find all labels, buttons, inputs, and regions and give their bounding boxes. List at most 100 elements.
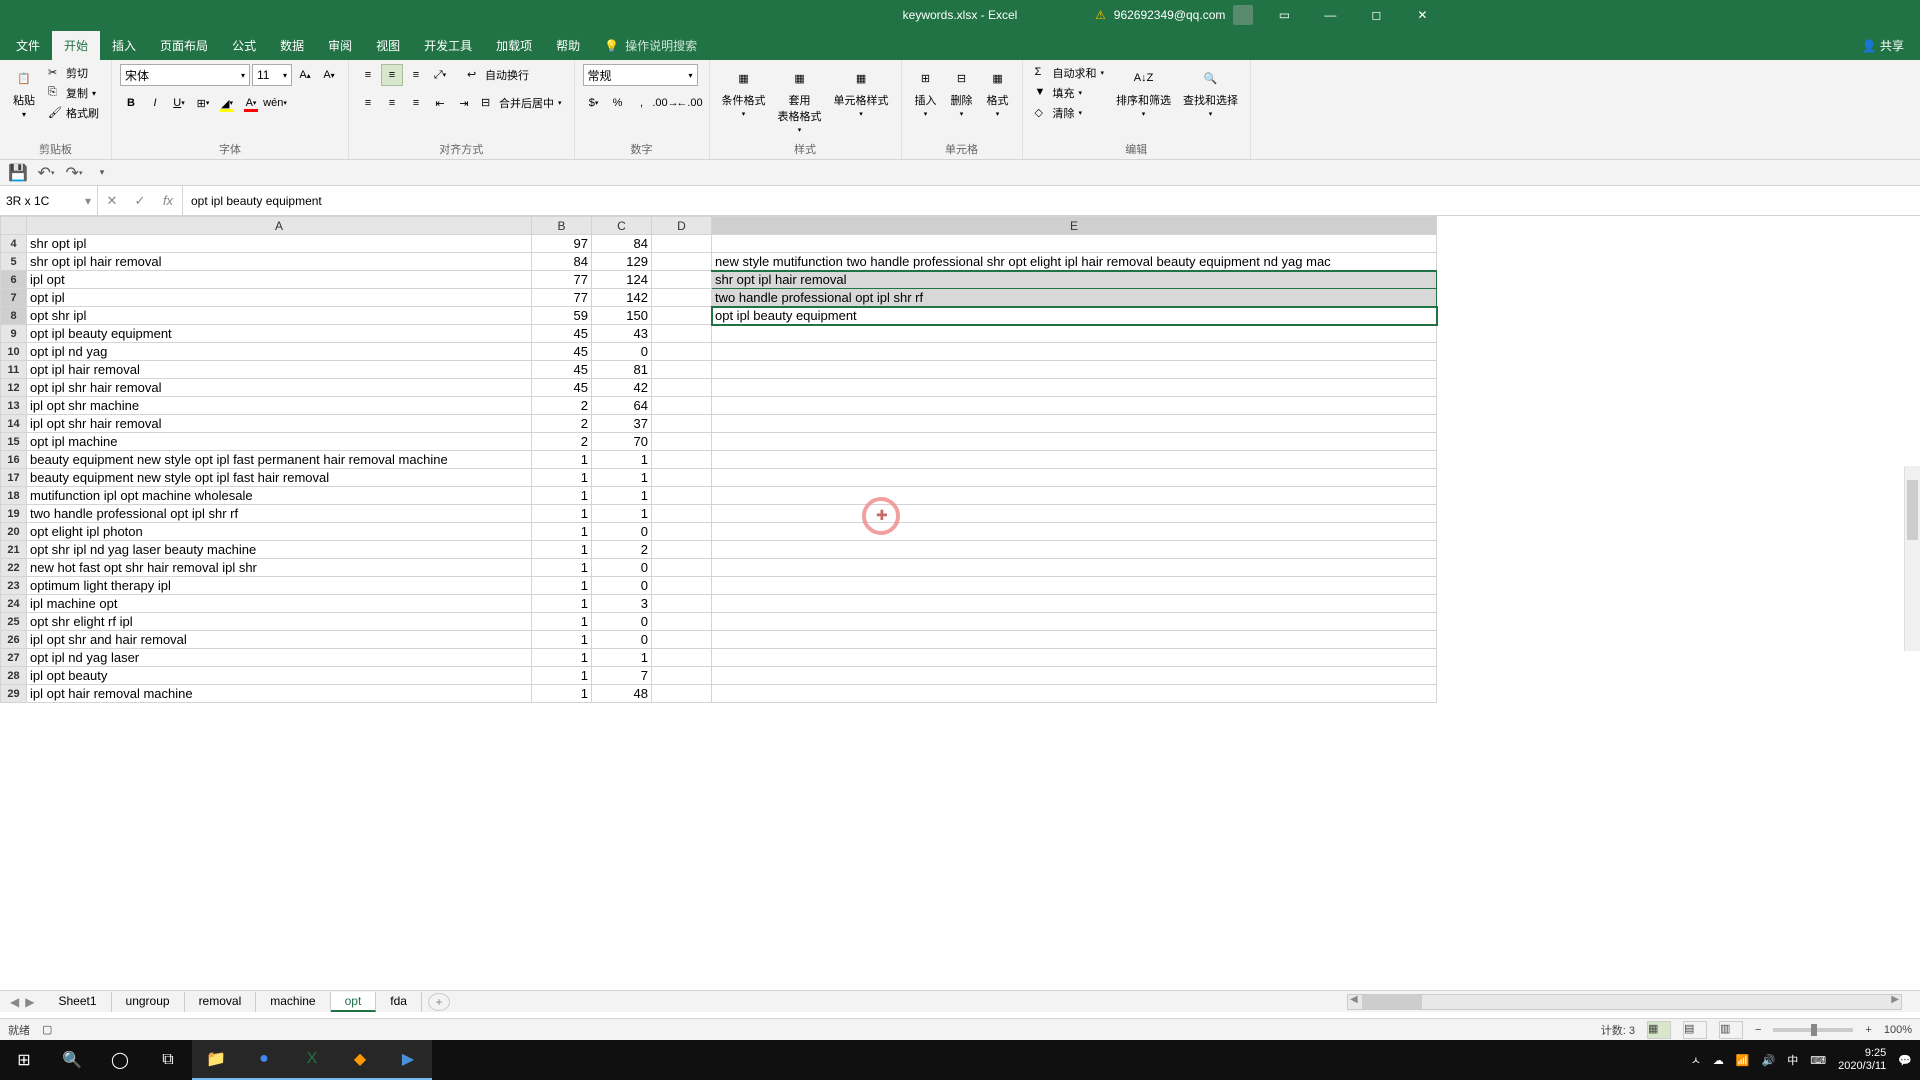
cell[interactable]: 1 [532,505,592,523]
cell[interactable]: 1 [532,487,592,505]
copy-button[interactable]: ⎘复制▾ [44,84,103,102]
cell[interactable]: opt elight ipl photon [27,523,532,541]
cell[interactable] [652,541,712,559]
cell[interactable]: 84 [592,235,652,253]
font-name-select[interactable]: 宋体▾ [120,64,250,86]
cell[interactable]: 1 [532,541,592,559]
start-button[interactable]: ⊞ [0,1040,48,1080]
wrap-text-button[interactable]: ↩自动换行 [463,66,533,84]
cell[interactable]: 0 [592,577,652,595]
cell[interactable] [712,667,1437,685]
cell[interactable] [652,379,712,397]
row-header[interactable]: 17 [1,469,27,487]
tab-file[interactable]: 文件 [4,31,52,60]
cell[interactable] [652,397,712,415]
row-header[interactable]: 11 [1,361,27,379]
explorer-app[interactable]: 📁 [192,1040,240,1080]
cell[interactable]: 0 [592,559,652,577]
cell[interactable] [652,235,712,253]
cell[interactable]: 42 [592,379,652,397]
row-header[interactable]: 29 [1,685,27,703]
cell[interactable]: 1 [532,613,592,631]
cell[interactable]: ipl opt [27,271,532,289]
underline-button[interactable]: U▾ [168,92,190,114]
ime-indicator[interactable]: 中 [1787,1052,1798,1068]
cell[interactable]: 84 [532,253,592,271]
cell[interactable] [712,379,1437,397]
cell[interactable] [712,487,1437,505]
tab-insert[interactable]: 插入 [100,31,148,60]
increase-indent-button[interactable]: ⇥ [453,92,475,114]
cell[interactable]: opt ipl machine [27,433,532,451]
cell[interactable]: two handle professional opt ipl shr rf [27,505,532,523]
cell[interactable]: opt shr elight rf ipl [27,613,532,631]
row-header[interactable]: 21 [1,541,27,559]
cell[interactable]: 1 [532,595,592,613]
sheet-nav-last[interactable]: ▶ [25,995,34,1009]
cell[interactable]: two handle professional opt ipl shr rf [712,289,1437,307]
row-header[interactable]: 19 [1,505,27,523]
cell[interactable] [712,343,1437,361]
comma-button[interactable]: , [631,92,653,114]
cell[interactable]: optimum light therapy ipl [27,577,532,595]
cell[interactable]: ipl opt shr hair removal [27,415,532,433]
wifi-icon[interactable]: 📶 [1736,1054,1750,1067]
cell[interactable]: beauty equipment new style opt ipl fast … [27,451,532,469]
cell[interactable] [712,433,1437,451]
taskview-button[interactable]: ⧉ [144,1040,192,1080]
cell[interactable] [652,487,712,505]
cell[interactable]: 45 [532,361,592,379]
cell[interactable] [712,649,1437,667]
increase-decimal-button[interactable]: .00→ [655,92,677,114]
col-header-E[interactable]: E [712,217,1437,235]
redo-button[interactable]: ↷▾ [64,163,84,183]
cell[interactable] [652,271,712,289]
cell[interactable]: 1 [592,487,652,505]
cell[interactable]: ipl opt hair removal machine [27,685,532,703]
tab-view[interactable]: 视图 [364,31,412,60]
sheet-nav-first[interactable]: ◀ [10,995,19,1009]
formula-input[interactable]: opt ipl beauty equipment [183,186,1920,215]
cell[interactable]: ipl opt beauty [27,667,532,685]
cell[interactable]: 0 [592,343,652,361]
name-box[interactable]: 3R x 1C ▾ [0,186,98,215]
cell[interactable] [712,235,1437,253]
close-button[interactable]: ✕ [1399,0,1445,30]
cell[interactable] [652,307,712,325]
cell[interactable] [652,559,712,577]
cell[interactable]: 2 [532,397,592,415]
user-account[interactable]: 962692349@qq.com [1114,5,1254,25]
cell[interactable] [712,595,1437,613]
row-header[interactable]: 25 [1,613,27,631]
row-header[interactable]: 9 [1,325,27,343]
cell[interactable] [652,649,712,667]
row-header[interactable]: 5 [1,253,27,271]
spreadsheet-grid[interactable]: A B C D E 4shr opt ipl97845shr opt ipl h… [0,216,1920,703]
sheet-tab[interactable]: machine [256,992,330,1012]
font-size-select[interactable]: 11▾ [252,64,292,86]
cortana-button[interactable]: ◯ [96,1040,144,1080]
sheet-tab[interactable]: removal [185,992,257,1012]
cell[interactable]: opt ipl nd yag laser [27,649,532,667]
cell[interactable]: 2 [532,433,592,451]
cell[interactable]: 142 [592,289,652,307]
cell[interactable]: 3 [592,595,652,613]
table-format-button[interactable]: ▦套用 表格格式▾ [774,64,826,136]
vertical-scrollbar[interactable] [1904,466,1920,651]
cell[interactable] [712,577,1437,595]
row-header[interactable]: 4 [1,235,27,253]
align-top-button[interactable]: ≡ [357,64,379,86]
cell[interactable]: 59 [532,307,592,325]
cell[interactable]: opt ipl hair removal [27,361,532,379]
volume-icon[interactable]: 🔊 [1762,1054,1776,1067]
cell[interactable]: shr opt ipl hair removal [712,271,1437,289]
cloud-icon[interactable]: ☁ [1713,1054,1724,1067]
keyboard-icon[interactable]: ⌨ [1810,1054,1826,1067]
cell[interactable] [652,523,712,541]
col-header-A[interactable]: A [27,217,532,235]
search-button[interactable]: 🔍 [48,1040,96,1080]
view-normal-button[interactable]: ▦ [1647,1021,1671,1039]
cell[interactable]: 2 [532,415,592,433]
add-sheet-button[interactable]: + [428,993,450,1011]
cell[interactable]: 45 [532,343,592,361]
